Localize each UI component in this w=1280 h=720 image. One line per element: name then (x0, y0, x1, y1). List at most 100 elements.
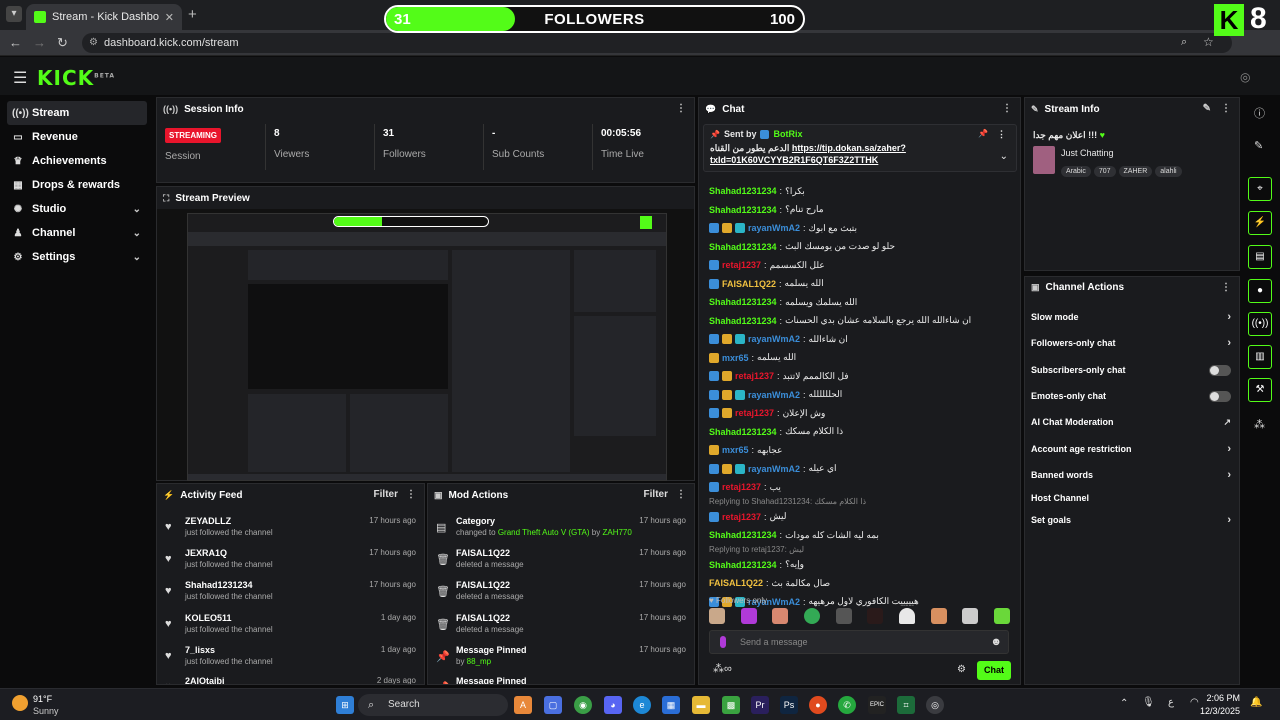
menu-icon[interactable]: ☰ (13, 68, 27, 88)
zoom-icon[interactable]: ⌕ (1181, 36, 1187, 49)
chat-message[interactable]: rayanWmA2: اي عيله (709, 460, 1000, 478)
chat-message[interactable]: rayanWmA2: بتبث مع ابوك (709, 219, 1000, 237)
chat-message[interactable]: Shahad1231234: حلو لو صدت من يومسك البث (709, 238, 1000, 256)
chat-username[interactable]: retaj1237 (722, 260, 761, 270)
chat-message[interactable]: mxr65: عجابهه (709, 441, 1000, 459)
chat-bubble-icon[interactable]: ● (1248, 279, 1272, 303)
tag[interactable]: Arabic (1061, 166, 1091, 177)
mic-icon[interactable]: 🎙 (1142, 697, 1155, 708)
sidebar-item-drops[interactable]: ▦ Drops & rewards (7, 173, 147, 197)
emote-icon[interactable] (962, 608, 979, 624)
emote-icon[interactable] (772, 608, 789, 624)
chat-username[interactable]: rayanWmA2 (748, 390, 800, 400)
bookmark-star-icon[interactable]: ☆ (1203, 35, 1214, 49)
sidebar-item-studio[interactable]: ✺ Studio ⌄ (7, 197, 147, 221)
chat-message[interactable]: FAISAL1Q22: صال مكالمة بث (709, 574, 1000, 592)
chat-username[interactable]: Shahad1231234 (709, 186, 777, 196)
item-sub-link[interactable]: Grand Theft Auto V (GTA) (498, 528, 590, 537)
wifi-icon[interactable]: ◠ (1190, 697, 1199, 708)
emote-icon[interactable] (709, 608, 725, 624)
tag[interactable]: 707 (1093, 166, 1116, 177)
chat-username[interactable]: rayanWmA2 (748, 464, 800, 474)
kick-logo[interactable]: KICKBETA (37, 66, 115, 90)
taskbar-clock[interactable]: 2:06 PM 12/3/2025 (1200, 693, 1240, 719)
category-name[interactable]: Just Chatting (1061, 148, 1114, 158)
tag[interactable]: alahli (1155, 166, 1182, 177)
emote-icon[interactable] (930, 608, 947, 624)
chat-username[interactable]: Shahad1231234 (709, 242, 777, 252)
tab-search-icon[interactable]: ▾ (6, 6, 22, 22)
chat-message[interactable]: Shahad1231234: الله يسلمك ويسلمه (709, 293, 1000, 311)
discord-icon[interactable]: ◕ (604, 696, 622, 714)
chat-username[interactable]: FAISAL1Q22 (709, 578, 763, 588)
item-sub-user[interactable]: ZAH770 (602, 528, 631, 537)
emote-icon[interactable] (835, 608, 852, 624)
chat-message[interactable]: retaj1237: يب (709, 478, 1000, 496)
chat-message[interactable]: rayanWmA2: ان شاءالله (709, 330, 1000, 348)
pencil-icon[interactable]: ✎ (1254, 139, 1263, 152)
chat-message[interactable]: Shahad1231234: ان شاءالله الله يرجع بالسل… (709, 312, 1000, 330)
mic-icon[interactable] (720, 636, 726, 648)
slow-mode-row[interactable]: Slow mode › (1031, 306, 1231, 328)
unpin-icon[interactable]: 📌 (978, 129, 988, 138)
apps-icon[interactable]: ⁂ (1254, 418, 1265, 431)
app-icon[interactable]: ▢ (544, 696, 562, 714)
browser-tab[interactable]: Stream - Kick Dashboard ✕ (26, 4, 182, 30)
emote-icon[interactable] (803, 608, 820, 624)
item-sub-user[interactable]: 88_mp (467, 657, 491, 666)
more-options-icon[interactable]: ⋮ (1221, 282, 1231, 293)
chat-message[interactable]: retaj1237: علل الكسسمم (709, 256, 1000, 274)
chat-message[interactable]: Shahad1231234: بكرا؟ (709, 182, 1000, 200)
emoji-icon[interactable]: ☻ (990, 636, 1002, 648)
chevron-down-icon[interactable]: ⌄ (133, 204, 141, 215)
whatsapp-icon[interactable]: ✆ (838, 696, 856, 714)
emote-icon[interactable] (867, 608, 884, 624)
chat-message[interactable]: Shahad1231234: وإيه؟ (709, 556, 1000, 574)
chat-message[interactable]: retaj1237: وش الإعلان (709, 404, 1000, 422)
set-goals-row[interactable]: Set goals › (1031, 509, 1231, 531)
more-options-icon[interactable]: ⋮ (997, 129, 1006, 140)
chat-username[interactable]: retaj1237 (722, 512, 761, 522)
app-icon[interactable]: A (514, 696, 532, 714)
tag[interactable]: ZAHER (1118, 166, 1153, 177)
minecraft-icon[interactable]: ▩ (722, 696, 740, 714)
ai-moderation-row[interactable]: AI Chat Moderation ↗ (1031, 411, 1231, 433)
chat-message[interactable]: FAISAL1Q22: الله يسلمه (709, 275, 1000, 293)
host-channel-row[interactable]: Host Channel (1031, 487, 1231, 509)
subscribers-only-toggle[interactable] (1209, 364, 1231, 376)
notification-icon[interactable]: 🔔 (1250, 697, 1262, 708)
filter-button[interactable]: Filter (644, 489, 668, 500)
chat-username[interactable]: retaj1237 (735, 408, 774, 418)
pinned-bot-name[interactable]: BotRix (773, 129, 802, 139)
site-info-icon[interactable]: ⚙ (89, 33, 98, 53)
close-tab-icon[interactable]: ✕ (165, 11, 174, 24)
sidebar-item-settings[interactable]: ⚙ Settings ⌄ (7, 245, 147, 269)
chat-username[interactable]: retaj1237 (722, 482, 761, 492)
target-icon[interactable]: ⌖ (1248, 177, 1272, 201)
epic-games-icon[interactable]: EPIC (868, 696, 886, 714)
wrench-icon[interactable]: ⚒ (1248, 378, 1272, 402)
reload-icon[interactable]: ↻ (57, 35, 68, 51)
taskbar-search[interactable]: ⌕ Search (358, 694, 508, 716)
chat-username[interactable]: rayanWmA2 (748, 334, 800, 344)
stream-preview-video[interactable] (157, 209, 694, 481)
photoshop-icon[interactable]: Ps (780, 696, 798, 714)
profile-icon[interactable]: ◎ (1240, 70, 1250, 84)
chevron-down-icon[interactable]: ⌄ (133, 252, 141, 263)
chat-username[interactable]: Shahad1231234 (709, 205, 777, 215)
url-field[interactable]: ⚙ dashboard.kick.com/stream (82, 33, 1232, 53)
chat-message[interactable]: retaj1237: فل الكالممم لاتتبد (709, 367, 1000, 385)
info-icon[interactable]: ⓘ (1254, 105, 1265, 121)
new-tab-icon[interactable]: + (188, 6, 197, 23)
filter-button[interactable]: Filter (374, 489, 398, 500)
more-options-icon[interactable]: ⋮ (1221, 103, 1231, 114)
document-icon[interactable]: ▤ (1248, 245, 1272, 269)
more-options-icon[interactable]: ⋮ (1002, 103, 1012, 114)
layout-icon[interactable]: ▥ (1248, 345, 1272, 369)
emotes-only-toggle[interactable] (1209, 390, 1231, 402)
forward-icon[interactable]: → (33, 35, 46, 50)
followers-only-row[interactable]: Followers-only chat › (1031, 332, 1231, 354)
banned-words-row[interactable]: Banned words › (1031, 464, 1231, 486)
account-age-row[interactable]: Account age restriction › (1031, 438, 1231, 460)
chevron-up-icon[interactable]: ⌃ (1120, 698, 1128, 709)
